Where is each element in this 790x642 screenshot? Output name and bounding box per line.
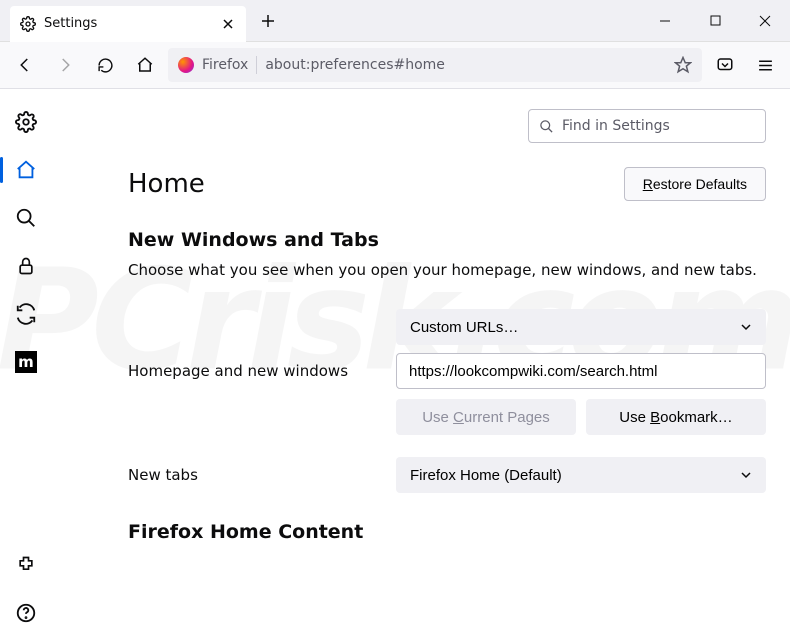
sidebar-item-general[interactable]	[11, 107, 41, 137]
firefox-icon	[178, 57, 194, 73]
newtabs-select[interactable]: Firefox Home (Default)	[396, 457, 766, 493]
tab-label: Settings	[44, 16, 212, 31]
sidebar-item-privacy[interactable]	[11, 251, 41, 281]
reload-button[interactable]	[88, 48, 122, 82]
section-title-fhc: Firefox Home Content	[128, 521, 766, 543]
menu-button[interactable]	[748, 48, 782, 82]
url-path: about:preferences#home	[265, 57, 666, 73]
back-button[interactable]	[8, 48, 42, 82]
sidebar-item-home[interactable]	[11, 155, 41, 185]
homepage-label: Homepage and new windows	[128, 362, 396, 380]
url-product: Firefox	[202, 57, 248, 73]
use-current-pages-button[interactable]: Use Current Pages	[396, 399, 576, 435]
homepage-url-input[interactable]	[396, 353, 766, 389]
gear-icon	[20, 16, 36, 32]
homepage-mode-select[interactable]: Custom URLs…	[396, 309, 766, 345]
titlebar: Settings	[0, 0, 790, 42]
sidebar-item-help[interactable]	[11, 598, 41, 628]
settings-sidebar: m	[0, 89, 52, 642]
section-desc-nwt: Choose what you see when you open your h…	[128, 261, 766, 279]
sidebar-item-more[interactable]: m	[11, 347, 41, 377]
close-icon[interactable]	[220, 16, 236, 32]
newtabs-label: New tabs	[128, 466, 396, 484]
pocket-button[interactable]	[708, 48, 742, 82]
homepage-mode-value: Custom URLs…	[410, 319, 518, 336]
navigation-toolbar: Firefox about:preferences#home	[0, 42, 790, 89]
window-controls	[640, 0, 790, 42]
bookmark-star-icon[interactable]	[674, 56, 692, 74]
search-icon	[539, 119, 554, 134]
settings-main: Find in Settings Home Restore Defaults N…	[52, 89, 790, 642]
find-placeholder: Find in Settings	[562, 118, 670, 134]
m-icon: m	[15, 351, 37, 373]
tab-settings[interactable]: Settings	[10, 6, 246, 42]
forward-button[interactable]	[48, 48, 82, 82]
close-window-button[interactable]	[740, 0, 790, 42]
sidebar-item-extensions[interactable]	[11, 550, 41, 580]
sidebar-item-sync[interactable]	[11, 299, 41, 329]
page-title: Home	[128, 169, 205, 199]
find-in-settings[interactable]: Find in Settings	[528, 109, 766, 143]
chevron-down-icon	[740, 469, 752, 481]
use-bookmark-button[interactable]: Use Bookmark…	[586, 399, 766, 435]
section-title-nwt: New Windows and Tabs	[128, 229, 766, 251]
restore-defaults-button[interactable]: Restore Defaults	[624, 167, 766, 201]
home-button[interactable]	[128, 48, 162, 82]
chevron-down-icon	[740, 321, 752, 333]
newtabs-value: Firefox Home (Default)	[410, 467, 562, 484]
minimize-button[interactable]	[640, 0, 690, 42]
sidebar-item-search[interactable]	[11, 203, 41, 233]
separator	[256, 56, 257, 74]
url-bar[interactable]: Firefox about:preferences#home	[168, 48, 702, 82]
maximize-button[interactable]	[690, 0, 740, 42]
new-tab-button[interactable]	[252, 5, 284, 37]
